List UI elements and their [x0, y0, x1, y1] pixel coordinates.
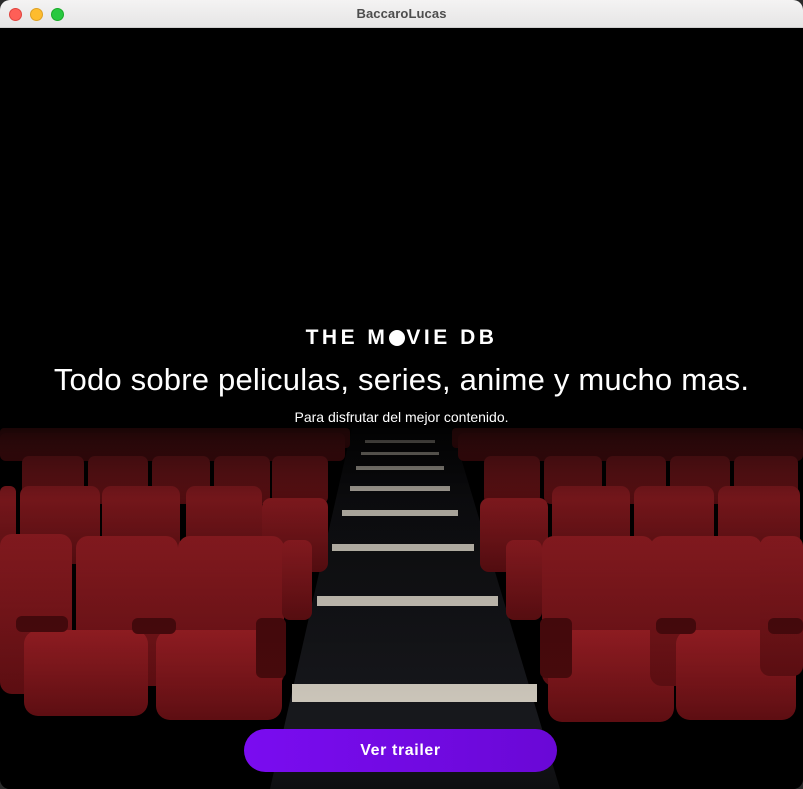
logo-text-right: VIE DB	[406, 326, 498, 349]
hero-section: THE M VIE DB Todo sobre peliculas, serie…	[0, 28, 803, 789]
window-title: BaccaroLucas	[356, 6, 447, 21]
app-window: BaccaroLucas THE M VIE DB Todo sobre pel…	[0, 0, 803, 789]
brand-logo: THE M VIE DB	[0, 326, 803, 350]
maximize-window-button[interactable]	[51, 8, 64, 21]
close-window-button[interactable]	[9, 8, 22, 21]
watch-trailer-button[interactable]: Ver trailer	[244, 729, 557, 772]
window-controls	[9, 8, 64, 21]
logo-dot-icon	[389, 330, 406, 346]
title-bar[interactable]: BaccaroLucas	[0, 0, 803, 28]
hero-subtitle: Para disfrutar del mejor contenido.	[294, 409, 509, 425]
minimize-window-button[interactable]	[30, 8, 43, 21]
hero-headline: Todo sobre peliculas, series, anime y mu…	[53, 362, 750, 397]
logo-text-left: THE M	[305, 326, 389, 349]
